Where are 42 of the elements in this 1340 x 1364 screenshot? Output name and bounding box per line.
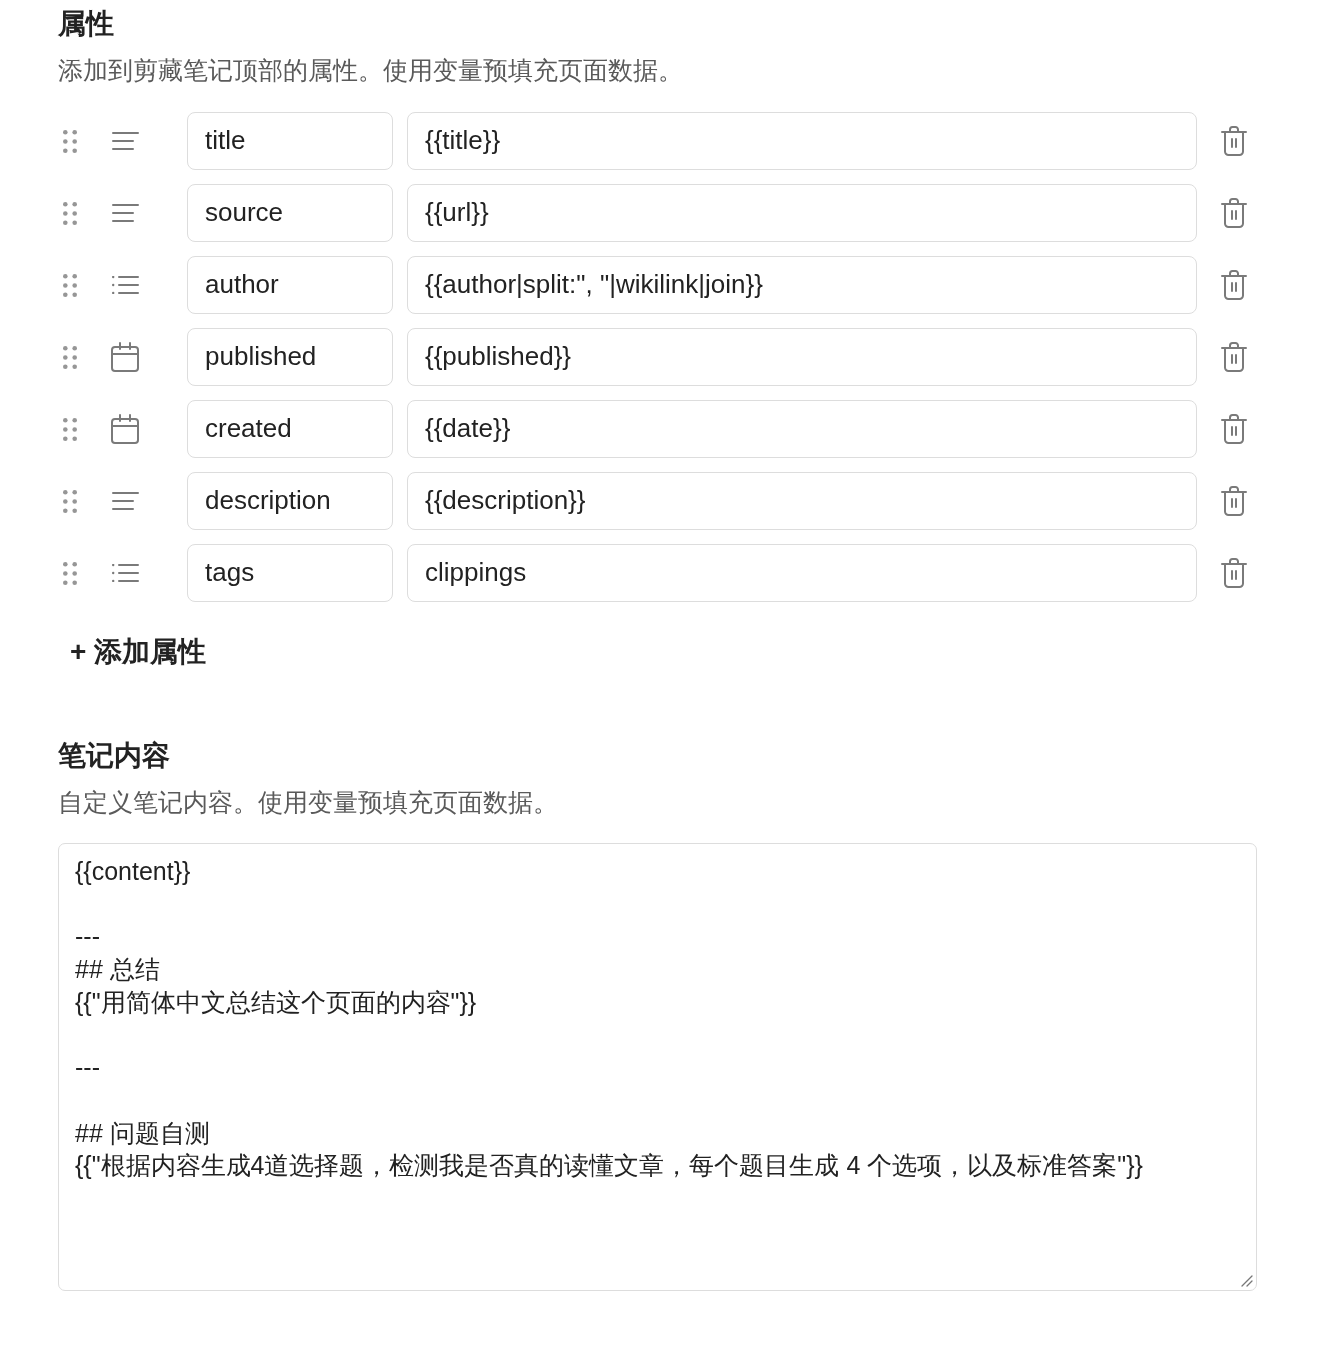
drag-handle-icon[interactable]	[63, 345, 77, 369]
drag-handle-icon[interactable]	[63, 129, 77, 153]
property-value-field[interactable]: {{published}}	[407, 328, 1197, 386]
property-name-field[interactable]: description	[187, 472, 393, 530]
trash-icon[interactable]	[1221, 486, 1247, 516]
trash-icon[interactable]	[1221, 198, 1247, 228]
resize-handle-icon[interactable]	[1241, 1275, 1253, 1287]
property-name-field[interactable]: tags	[187, 544, 393, 602]
property-name-field[interactable]: title	[187, 112, 393, 170]
property-name-field[interactable]: author	[187, 256, 393, 314]
trash-icon[interactable]	[1221, 558, 1247, 588]
bulleted-list-icon[interactable]	[111, 276, 139, 294]
trash-icon[interactable]	[1221, 126, 1247, 156]
drag-handle-icon[interactable]	[63, 561, 77, 585]
note-template-field[interactable]: {{content}} --- ## 总结 {{"用简体中文总结这个页面的内容"}} --- ## 问题自测 {{"根据内容生成4道选择题，检测我是否真的读懂文章，每个题目生成 4 个选项，以及标准答案"}}	[58, 843, 1257, 1291]
trash-icon[interactable]	[1221, 342, 1247, 372]
property-value-field[interactable]: {{date}}	[407, 400, 1197, 458]
property-value-field[interactable]: {{title}}	[407, 112, 1197, 170]
trash-icon[interactable]	[1221, 270, 1247, 300]
property-name-field[interactable]: published	[187, 328, 393, 386]
calendar-icon[interactable]	[111, 414, 139, 444]
property-name-field[interactable]: source	[187, 184, 393, 242]
property-name-field[interactable]: created	[187, 400, 393, 458]
section-title: 笔记内容	[58, 739, 171, 773]
section-description: 自定义笔记内容。使用变量预填充页面数据。	[58, 787, 559, 818]
add-property-button[interactable]: + 添加属性	[58, 632, 219, 672]
property-value-field[interactable]: {{author|split:", "|wikilink|join}}	[407, 256, 1197, 314]
property-value-field[interactable]: clippings	[407, 544, 1197, 602]
calendar-icon[interactable]	[111, 342, 139, 372]
section-description: 添加到剪藏笔记顶部的属性。使用变量预填充页面数据。	[58, 55, 684, 86]
text-lines-icon[interactable]	[111, 204, 139, 222]
text-lines-icon[interactable]	[111, 132, 139, 150]
trash-icon[interactable]	[1221, 414, 1247, 444]
text-lines-icon[interactable]	[111, 492, 139, 510]
drag-handle-icon[interactable]	[63, 273, 77, 297]
section-title: 属性	[58, 7, 115, 41]
property-value-field[interactable]: {{url}}	[407, 184, 1197, 242]
bulleted-list-icon[interactable]	[111, 564, 139, 582]
property-value-field[interactable]: {{description}}	[407, 472, 1197, 530]
drag-handle-icon[interactable]	[63, 417, 77, 441]
drag-handle-icon[interactable]	[63, 201, 77, 225]
drag-handle-icon[interactable]	[63, 489, 77, 513]
